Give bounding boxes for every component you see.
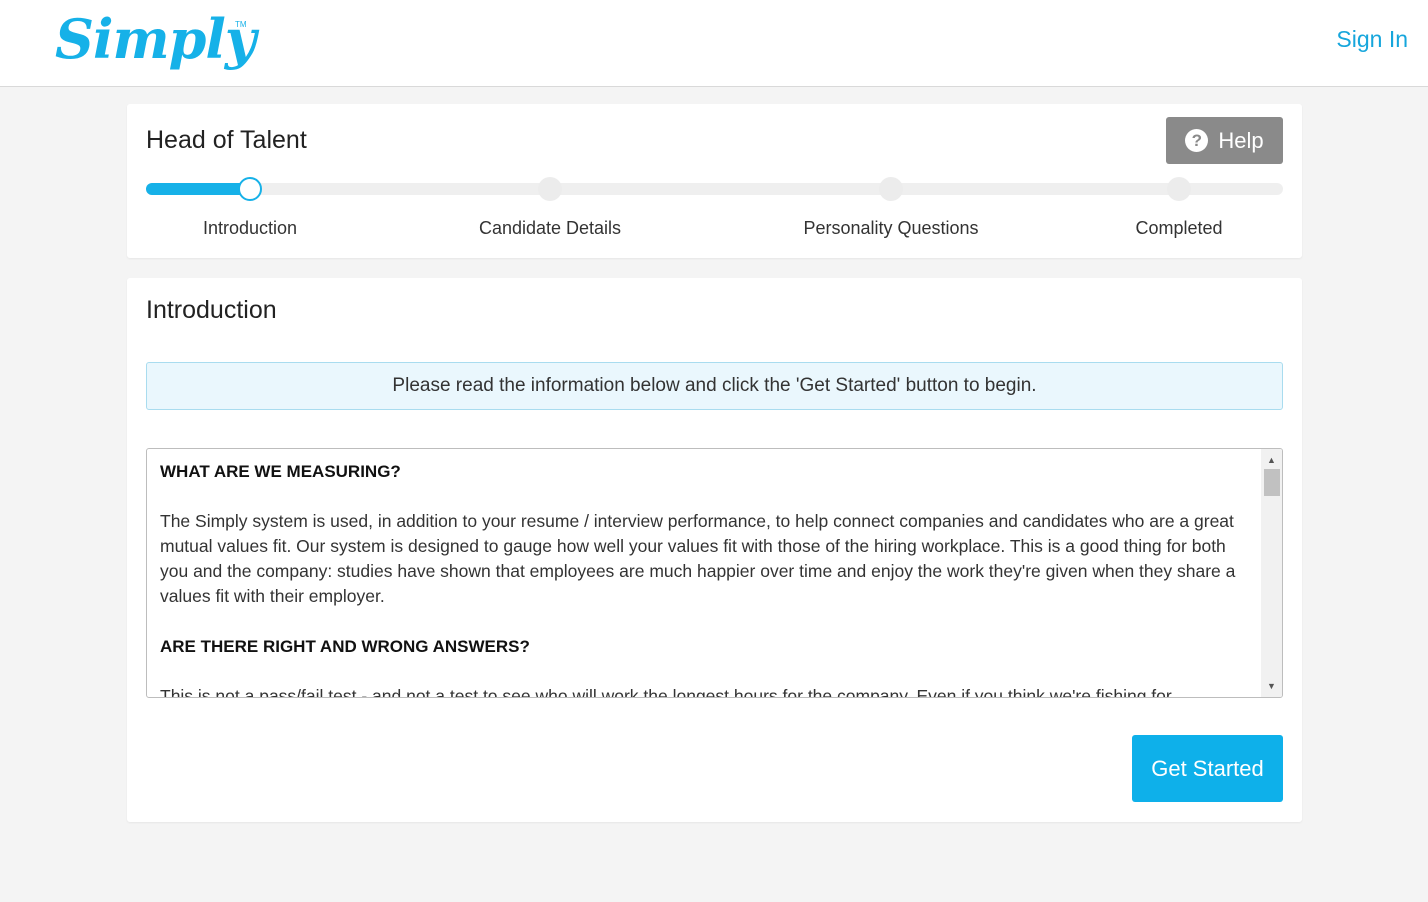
help-button-label: Help: [1218, 127, 1264, 153]
section-heading-right-wrong: ARE THERE RIGHT AND WRONG ANSWERS?: [160, 637, 530, 656]
job-title: Head of Talent: [146, 126, 307, 154]
introduction-card: Introduction Please read the information…: [127, 278, 1302, 822]
progress-card: Head of Talent ? Help Introduction Candi…: [127, 104, 1302, 258]
section-body-right-wrong: This is not a pass/fail test - and not a…: [160, 686, 1172, 698]
step-dot-completed: [1167, 177, 1191, 201]
section-heading-measuring: WHAT ARE WE MEASURING?: [160, 462, 401, 481]
progress-fill: [146, 183, 251, 195]
intro-text-scroll-box[interactable]: WHAT ARE WE MEASURING? The Simply system…: [146, 448, 1283, 698]
step-label-completed: Completed: [1135, 218, 1223, 238]
progress-track: [146, 177, 1283, 201]
info-banner: Please read the information below and cl…: [146, 362, 1283, 410]
step-dot-candidate-details: [538, 177, 562, 201]
simply-logo[interactable]: Simply: [55, 8, 256, 70]
sign-in-link[interactable]: Sign In: [1336, 26, 1408, 53]
question-circle-icon: ?: [1185, 129, 1209, 152]
vertical-scrollbar[interactable]: ▲ ▼: [1261, 449, 1282, 697]
step-dot-introduction: [238, 177, 262, 201]
scroll-up-icon[interactable]: ▲: [1261, 451, 1282, 469]
trademark-mark: TM: [235, 20, 247, 29]
intro-text-content: WHAT ARE WE MEASURING? The Simply system…: [160, 459, 1250, 698]
step-dot-personality-questions: [879, 177, 903, 201]
help-button[interactable]: ? Help: [1166, 117, 1283, 164]
section-body-measuring: The Simply system is used, in addition t…: [160, 511, 1236, 606]
step-label-introduction: Introduction: [202, 218, 298, 238]
scroll-thumb[interactable]: [1264, 469, 1280, 496]
scroll-down-icon[interactable]: ▼: [1261, 677, 1282, 695]
section-title: Introduction: [146, 296, 277, 324]
get-started-button[interactable]: Get Started: [1132, 735, 1283, 802]
top-bar: Simply TM Sign In: [0, 0, 1428, 87]
step-label-candidate-details: Candidate Details: [478, 218, 622, 238]
step-label-personality-questions: Personality Questions: [803, 218, 979, 238]
